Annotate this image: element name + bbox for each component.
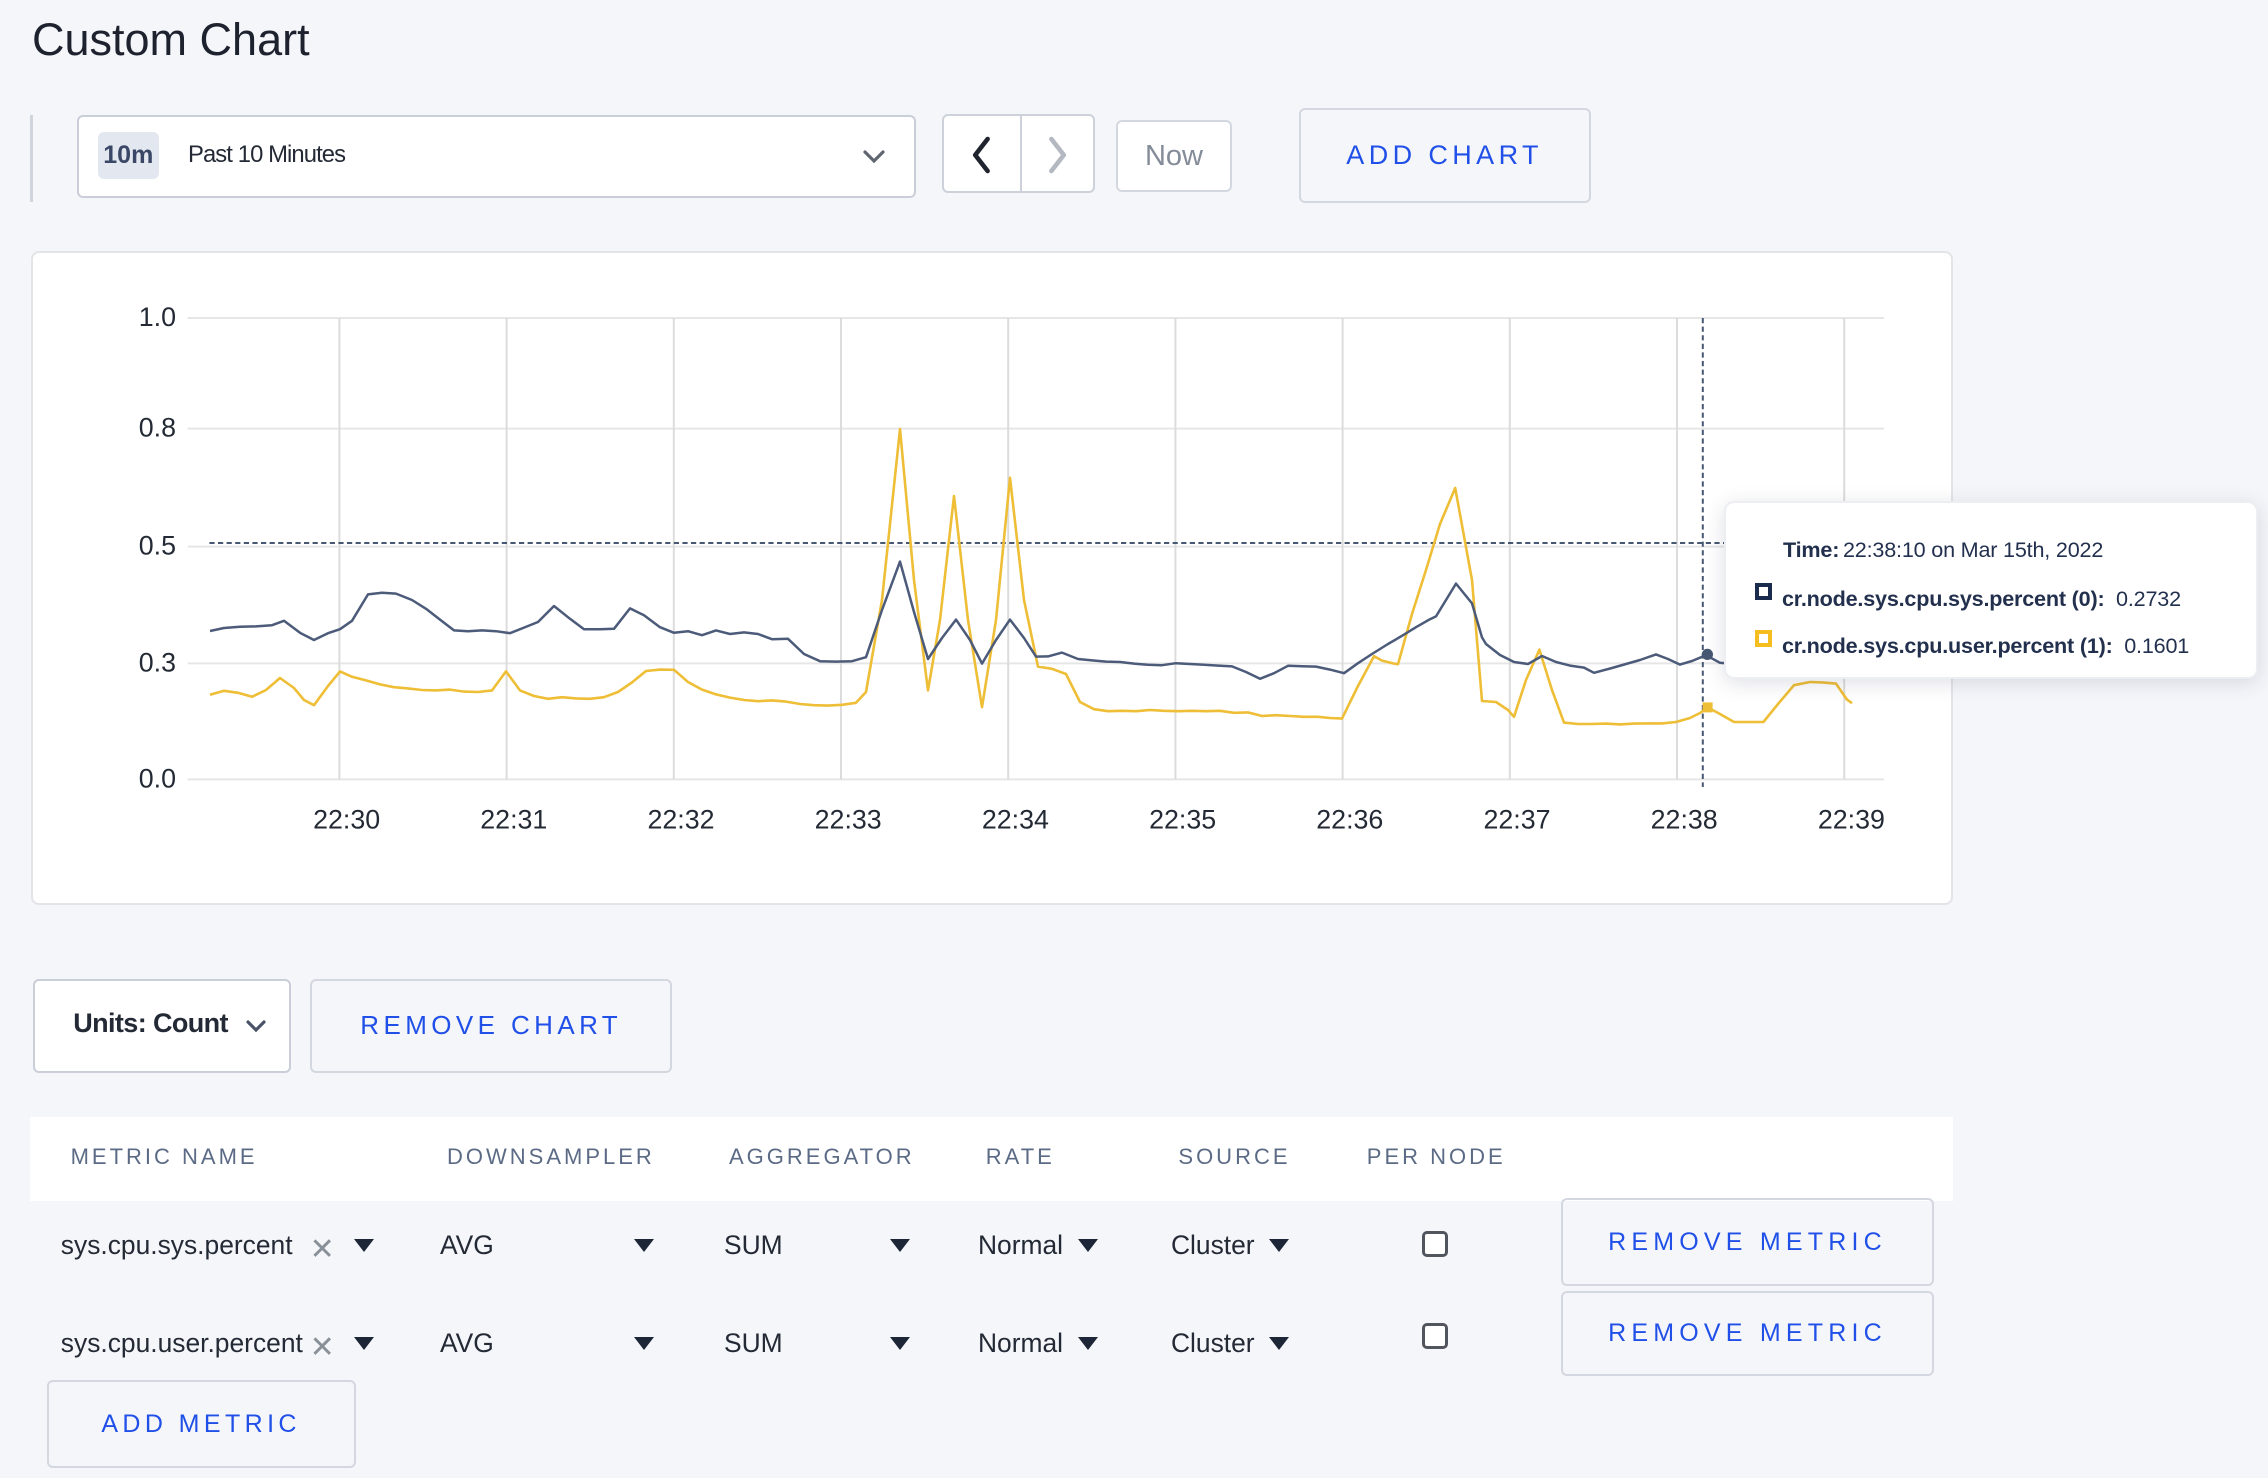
- svg-text:22:34: 22:34: [982, 805, 1049, 835]
- svg-text:1.0: 1.0: [139, 302, 176, 332]
- svg-text:22:38: 22:38: [1651, 805, 1718, 835]
- svg-text:22:37: 22:37: [1483, 805, 1550, 835]
- svg-text:22:33: 22:33: [815, 805, 882, 835]
- svg-text:22:36: 22:36: [1316, 805, 1383, 835]
- svg-text:22:31: 22:31: [480, 805, 547, 835]
- svg-text:0.3: 0.3: [139, 647, 176, 677]
- svg-text:0.8: 0.8: [139, 413, 176, 443]
- svg-text:22:32: 22:32: [647, 805, 714, 835]
- svg-text:0.5: 0.5: [139, 531, 176, 561]
- svg-text:22:35: 22:35: [1149, 805, 1216, 835]
- svg-text:0.0: 0.0: [139, 763, 176, 793]
- svg-text:22:39: 22:39: [1818, 805, 1885, 835]
- svg-text:22:30: 22:30: [313, 805, 380, 835]
